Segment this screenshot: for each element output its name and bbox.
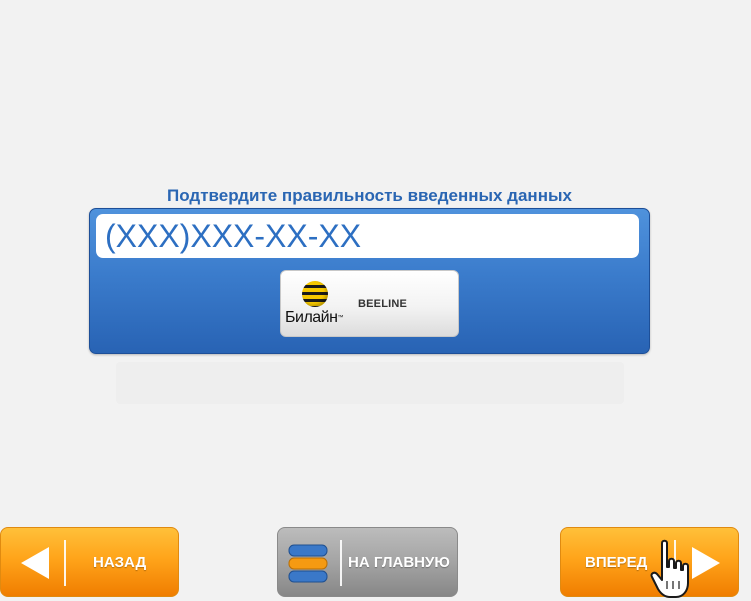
back-button[interactable]: НАЗАД <box>0 527 179 597</box>
button-divider <box>64 540 66 586</box>
home-stack-icon <box>288 544 328 583</box>
beeline-logo: Билайн™ <box>283 279 353 329</box>
beeline-striped-ball-icon <box>302 281 328 307</box>
beeline-logo-text: Билайн™ <box>285 309 343 326</box>
hand-pointer-icon <box>650 539 689 598</box>
back-button-label: НАЗАД <box>93 554 147 571</box>
forward-button-label: ВПЕРЕД <box>585 554 648 571</box>
home-button-label: НА ГЛАВНУЮ <box>348 554 450 571</box>
confirm-panel: (XXX)XXX-XX-XX Билайн™ BEELINE <box>89 208 650 354</box>
phone-number-display: (XXX)XXX-XX-XX <box>96 214 639 258</box>
confirm-title: Подтвердите правильность введенных данны… <box>167 186 572 205</box>
arrow-left-icon <box>21 547 49 579</box>
operator-name: BEELINE <box>358 298 408 310</box>
button-divider <box>340 540 342 586</box>
home-button[interactable]: НА ГЛАВНУЮ <box>277 527 458 597</box>
empty-info-strip <box>116 362 624 404</box>
operator-card[interactable]: Билайн™ BEELINE <box>280 270 459 337</box>
